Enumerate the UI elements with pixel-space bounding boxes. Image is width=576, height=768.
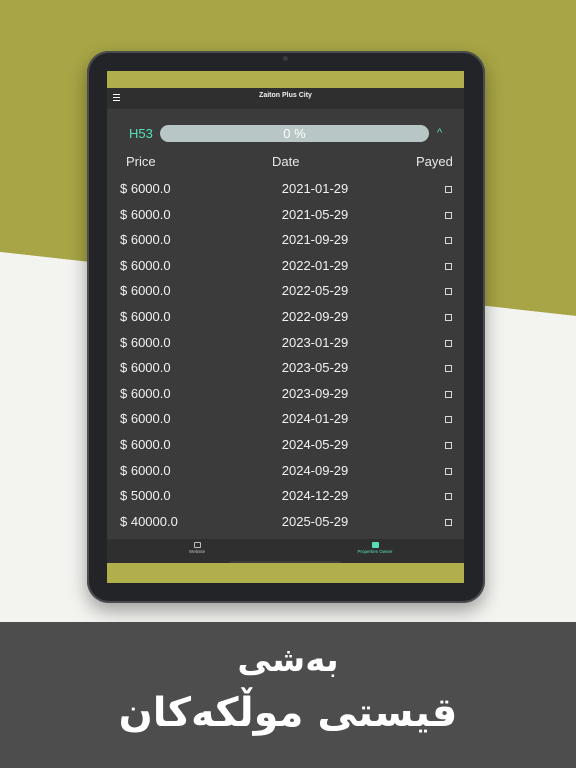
price-cell: $ 6000.0 [120,334,171,350]
price-cell: $ 6000.0 [120,385,171,401]
table-row: $ 6000.0 2023-09-29 [107,382,464,408]
payed-checkbox[interactable] [445,288,452,296]
table-row: $ 6000.0 2023-05-29 [107,356,464,382]
table-row: $ 6000.0 2023-01-29 [107,331,464,357]
payed-checkbox[interactable] [445,313,452,321]
payed-checkbox[interactable] [445,211,452,219]
payed-checkbox[interactable] [445,441,452,449]
price-cell: $ 40000.0 [120,513,178,529]
payed-checkbox[interactable] [445,339,452,347]
nav-properties-owner[interactable]: Properties Owner [345,542,405,554]
payed-checkbox[interactable] [445,416,452,424]
price-cell: $ 6000.0 [120,360,171,376]
date-cell: 2024-01-29 [281,411,349,427]
bottom-navigation: Website Properties Owner [107,539,464,563]
payed-checkbox[interactable] [445,493,452,501]
nav-properties-owner-label: Properties Owner [357,549,393,554]
date-cell: 2024-05-29 [281,436,349,452]
date-cell: 2022-09-29 [281,308,349,324]
unit-code: H53 [129,126,153,141]
date-cell: 2021-05-29 [281,206,349,222]
table-row: $ 40000.0 2025-05-29 [107,510,464,536]
payed-checkbox[interactable] [445,390,452,398]
price-cell: $ 6000.0 [120,462,171,478]
price-cell: $ 6000.0 [120,181,171,196]
payed-checkbox[interactable] [445,186,452,193]
payed-checkbox[interactable] [445,467,452,475]
payment-progress-bar: 0 % [160,125,429,142]
table-row: $ 6000.0 2021-09-29 [107,228,464,254]
price-cell: $ 6000.0 [120,206,171,222]
price-cell: $ 6000.0 [120,283,171,299]
date-cell: 2021-01-29 [281,181,349,196]
date-cell: 2022-05-29 [281,283,349,299]
price-cell: $ 5000.0 [120,488,171,504]
app-title: Zaiton Plus City [259,92,312,99]
price-cell: $ 6000.0 [120,257,171,273]
promo-canvas: Zaiton Plus City H53 0 % ^ Price Date Pa… [0,0,576,768]
date-cell: 2025-05-29 [281,513,349,529]
date-cell: 2023-09-29 [281,385,349,401]
price-cell: $ 6000.0 [120,308,171,324]
nav-website[interactable]: Website [177,542,217,554]
chevron-up-icon[interactable]: ^ [437,127,442,139]
table-row: $ 5000.0 2024-12-29 [107,484,464,510]
camera-icon [283,56,288,61]
price-cell: $ 6000.0 [120,436,171,452]
table-row: $ 6000.0 2022-09-29 [107,305,464,331]
date-cell: 2023-01-29 [281,334,349,350]
date-cell: 2024-09-29 [281,462,349,478]
column-header-payed: Payed [416,154,453,169]
app-top-bar: Zaiton Plus City [107,88,464,109]
price-cell: $ 6000.0 [120,232,171,248]
nav-website-label: Website [188,549,206,554]
properties-owner-icon [371,542,379,548]
table-row: $ 6000.0 2024-05-29 [107,433,464,459]
payed-checkbox[interactable] [445,237,452,245]
home-indicator [230,561,341,563]
table-row: $ 6000.0 2022-05-29 [107,279,464,305]
tablet-screen: Zaiton Plus City H53 0 % ^ Price Date Pa… [107,71,464,583]
date-cell: 2024-12-29 [281,488,349,504]
payed-checkbox[interactable] [445,518,452,526]
price-cell: $ 6000.0 [120,411,171,427]
app-window: Zaiton Plus City H53 0 % ^ Price Date Pa… [107,88,464,563]
payed-checkbox[interactable] [445,262,452,270]
column-header-price: Price [126,154,156,169]
column-header-date: Date [272,154,300,169]
table-row: $ 6000.0 2022-01-29 [107,254,464,280]
caption-line-1: بەشی [237,640,339,680]
payment-progress-label: 0 % [283,126,306,141]
website-icon [193,542,201,548]
table-row: $ 6000.0 2021-01-29 [107,177,464,203]
payed-checkbox[interactable] [445,365,452,373]
date-cell: 2023-05-29 [281,360,349,376]
date-cell: 2021-09-29 [281,232,349,248]
date-cell: 2022-01-29 [281,257,349,273]
caption-line-2: قیستی موڵکەکان [118,690,458,736]
installments-list: $ 6000.0 2021-01-29 $ 6000.0 2021-05-29 $ 60… [107,177,464,535]
table-row: $ 6000.0 2021-05-29 [107,203,464,229]
table-row: $ 6000.0 2024-01-29 [107,407,464,433]
table-row: $ 6000.0 2024-09-29 [107,459,464,485]
unit-summary-row[interactable]: H53 0 % ^ [107,124,464,144]
